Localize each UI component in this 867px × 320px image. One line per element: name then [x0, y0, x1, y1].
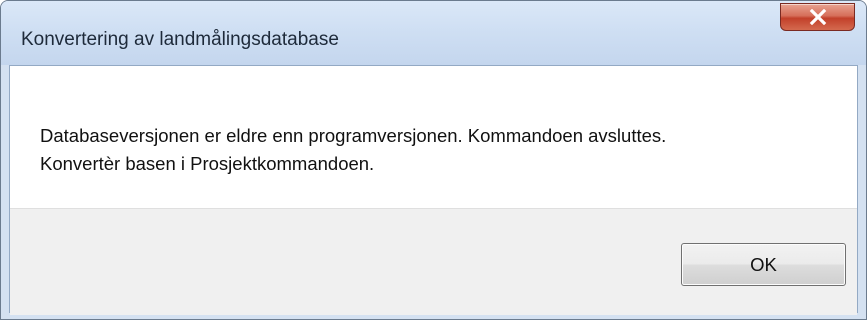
window-title: Konvertering av landmålingsdatabase [21, 29, 339, 50]
close-icon [809, 9, 827, 25]
ok-button[interactable]: OK [681, 243, 846, 286]
title-bar[interactable]: Konvertering av landmålingsdatabase [1, 1, 866, 65]
button-area: OK [10, 208, 857, 315]
message-line-1: Databaseversjonen er eldre enn programve… [40, 125, 667, 146]
message-area: Databaseversjonen er eldre enn programve… [10, 66, 857, 208]
dialog-client-area: Databaseversjonen er eldre enn programve… [9, 65, 858, 315]
dialog-window: Konvertering av landmålingsdatabase Data… [0, 0, 867, 320]
close-button[interactable] [780, 3, 855, 31]
dialog-message: Databaseversjonen er eldre enn programve… [40, 122, 666, 178]
message-line-2: Konvertèr basen i Prosjektkommandoen. [40, 153, 375, 174]
